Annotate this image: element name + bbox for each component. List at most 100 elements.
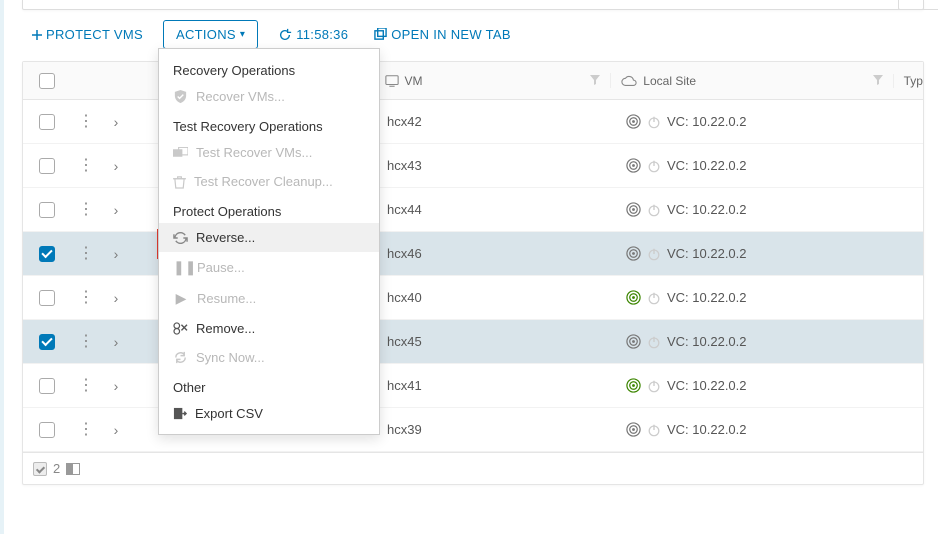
site-value: VC: 10.22.0.2: [667, 290, 747, 305]
power-icon: [647, 335, 661, 349]
reverse-icon: [173, 232, 188, 244]
expand-icon[interactable]: ›: [114, 334, 119, 350]
site-value: VC: 10.22.0.2: [667, 202, 747, 217]
vm-icon: [385, 74, 399, 88]
expand-icon[interactable]: ›: [114, 158, 119, 174]
dropdown-section-recovery: Recovery Operations: [159, 55, 379, 82]
status-icon: [626, 202, 641, 217]
row-menu-button[interactable]: ⋮: [78, 290, 94, 306]
menu-sync[interactable]: Sync Now...: [159, 343, 379, 372]
column-local-label: Local Site: [643, 74, 696, 88]
site-value: VC: 10.22.0.2: [667, 246, 747, 261]
protect-vms-button[interactable]: PROTECT VMS: [26, 23, 149, 46]
pause-icon: ❚❚: [173, 259, 189, 276]
row-checkbox[interactable]: [39, 158, 55, 174]
trash-icon: [173, 175, 186, 189]
menu-test-recover[interactable]: Test Recover VMs...: [159, 138, 379, 167]
open-new-tab-label: OPEN IN NEW TAB: [391, 27, 511, 42]
menu-pause[interactable]: ❚❚ Pause...: [159, 252, 379, 283]
selection-count: 2: [53, 461, 60, 476]
row-checkbox[interactable]: [39, 246, 55, 262]
refresh-timestamp: 11:58:36: [296, 27, 348, 42]
row-checkbox[interactable]: [39, 334, 55, 350]
power-icon: [647, 379, 661, 393]
menu-resume-label: Resume...: [197, 291, 256, 306]
menu-recover-vms[interactable]: Recover VMs...: [159, 82, 379, 111]
row-menu-button[interactable]: ⋮: [78, 422, 94, 438]
open-new-tab-button[interactable]: OPEN IN NEW TAB: [368, 23, 517, 46]
menu-remove-label: Remove...: [196, 321, 255, 336]
select-all-checkbox[interactable]: [39, 73, 55, 89]
menu-export-csv-label: Export CSV: [195, 406, 263, 421]
expand-icon[interactable]: ›: [114, 378, 119, 394]
dropdown-section-other: Other: [159, 372, 379, 399]
row-menu-button[interactable]: ⋮: [78, 246, 94, 262]
site-value: VC: 10.22.0.2: [667, 378, 747, 393]
menu-remove[interactable]: Remove...: [159, 314, 379, 343]
power-icon: [647, 115, 661, 129]
status-icon: [626, 246, 641, 261]
new-tab-icon: [374, 28, 387, 41]
column-header-vm[interactable]: VM: [378, 73, 611, 88]
row-menu-button[interactable]: ⋮: [78, 378, 94, 394]
table-footer: 2: [23, 452, 923, 484]
selection-indicator-icon: [33, 462, 47, 476]
menu-resume[interactable]: ▶ Resume...: [159, 283, 379, 314]
column-header-local[interactable]: Local Site: [610, 73, 892, 88]
power-icon: [647, 423, 661, 437]
site-value: VC: 10.22.0.2: [667, 114, 747, 129]
vm-name: hcx44: [387, 202, 422, 217]
play-icon: ▶: [173, 290, 189, 307]
actions-button[interactable]: ACTIONS ▾: [163, 20, 258, 49]
dropdown-section-protect: Protect Operations: [159, 196, 379, 223]
vm-name: hcx43: [387, 158, 422, 173]
menu-reverse[interactable]: Reverse...: [159, 223, 379, 252]
row-checkbox[interactable]: [39, 422, 55, 438]
menu-recover-vms-label: Recover VMs...: [196, 89, 285, 104]
column-header-type[interactable]: Typ: [893, 74, 923, 88]
sync-icon: [173, 350, 188, 365]
row-menu-button[interactable]: ⋮: [78, 202, 94, 218]
menu-sync-label: Sync Now...: [196, 350, 265, 365]
expand-icon[interactable]: ›: [114, 422, 119, 438]
expand-icon[interactable]: ›: [114, 246, 119, 262]
site-value: VC: 10.22.0.2: [667, 158, 747, 173]
row-menu-button[interactable]: ⋮: [78, 158, 94, 174]
power-icon: [647, 291, 661, 305]
vm-name: hcx41: [387, 378, 422, 393]
row-menu-button[interactable]: ⋮: [78, 114, 94, 130]
row-checkbox[interactable]: [39, 202, 55, 218]
expand-icon[interactable]: ›: [114, 114, 119, 130]
protect-vms-label: PROTECT VMS: [46, 27, 143, 42]
row-menu-button[interactable]: ⋮: [78, 334, 94, 350]
export-icon: [173, 407, 187, 421]
refresh-button[interactable]: 11:58:36: [272, 23, 354, 46]
menu-reverse-label: Reverse...: [196, 230, 255, 245]
column-toggle-button[interactable]: [66, 463, 80, 475]
status-icon: [626, 334, 641, 349]
shield-icon: [173, 89, 188, 104]
filter-icon[interactable]: [873, 73, 883, 88]
row-checkbox[interactable]: [39, 114, 55, 130]
expand-icon[interactable]: ›: [114, 290, 119, 306]
row-checkbox[interactable]: [39, 290, 55, 306]
status-icon: [626, 422, 641, 437]
actions-label: ACTIONS: [176, 27, 236, 42]
vm-name: hcx40: [387, 290, 422, 305]
filter-icon[interactable]: [590, 73, 600, 88]
panel-top-edge: [22, 0, 924, 10]
power-icon: [647, 203, 661, 217]
refresh-icon: [278, 28, 292, 42]
vm-name: hcx46: [387, 246, 422, 261]
row-checkbox[interactable]: [39, 378, 55, 394]
vm-name: hcx39: [387, 422, 422, 437]
column-type-label: Typ: [904, 74, 923, 88]
menu-export-csv[interactable]: Export CSV: [159, 399, 379, 428]
status-icon: [626, 290, 641, 305]
menu-test-recover-label: Test Recover VMs...: [196, 145, 312, 160]
menu-test-cleanup-label: Test Recover Cleanup...: [194, 174, 333, 189]
menu-test-cleanup[interactable]: Test Recover Cleanup...: [159, 167, 379, 196]
site-value: VC: 10.22.0.2: [667, 422, 747, 437]
expand-icon[interactable]: ›: [114, 202, 119, 218]
chevron-down-icon: ▾: [240, 29, 245, 40]
